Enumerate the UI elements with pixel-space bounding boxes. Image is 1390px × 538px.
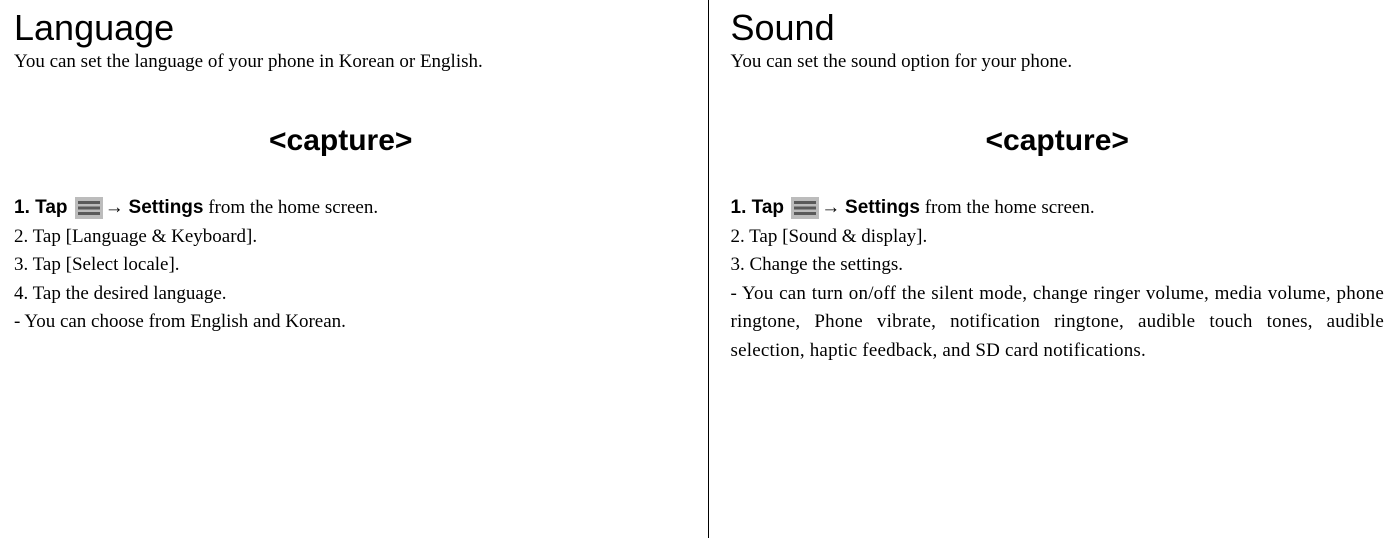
step1-rest: from the home screen.: [920, 197, 1095, 218]
step1-settings: Settings: [129, 197, 204, 218]
step1-lead: 1. Tap: [731, 197, 790, 218]
menu-icon: [75, 197, 103, 219]
step1-settings: Settings: [845, 197, 920, 218]
step1-lead: 1. Tap: [14, 197, 73, 218]
sound-subheading: You can set the sound option for your ph…: [731, 50, 1385, 75]
sound-note: - You can turn on/off the silent mode, c…: [731, 280, 1385, 366]
step1-arrow: →: [821, 197, 845, 218]
right-column: Sound You can set the sound option for y…: [709, 0, 1390, 538]
capture-placeholder-left: <capture>: [14, 124, 668, 158]
language-step-1: 1. Tap → Settings from the home screen.: [14, 194, 668, 223]
capture-placeholder-right: <capture>: [731, 124, 1385, 158]
step1-rest: from the home screen.: [203, 197, 378, 218]
language-heading: Language: [14, 8, 668, 48]
step1-arrow: →: [105, 197, 129, 218]
left-column: Language You can set the language of you…: [0, 0, 709, 538]
document-page: Language You can set the language of you…: [0, 0, 1390, 538]
menu-icon: [791, 197, 819, 219]
sound-step-2: 2. Tap [Sound & display].: [731, 223, 1385, 252]
sound-heading: Sound: [731, 8, 1385, 48]
sound-step-1: 1. Tap → Settings from the home screen.: [731, 194, 1385, 223]
language-note: - You can choose from English and Korean…: [14, 308, 668, 337]
language-step-3: 3. Tap [Select locale].: [14, 251, 668, 280]
language-step-4: 4. Tap the desired language.: [14, 280, 668, 309]
language-subheading: You can set the language of your phone i…: [14, 50, 668, 75]
sound-step-3: 3. Change the settings.: [731, 251, 1385, 280]
language-step-2: 2. Tap [Language & Keyboard].: [14, 223, 668, 252]
